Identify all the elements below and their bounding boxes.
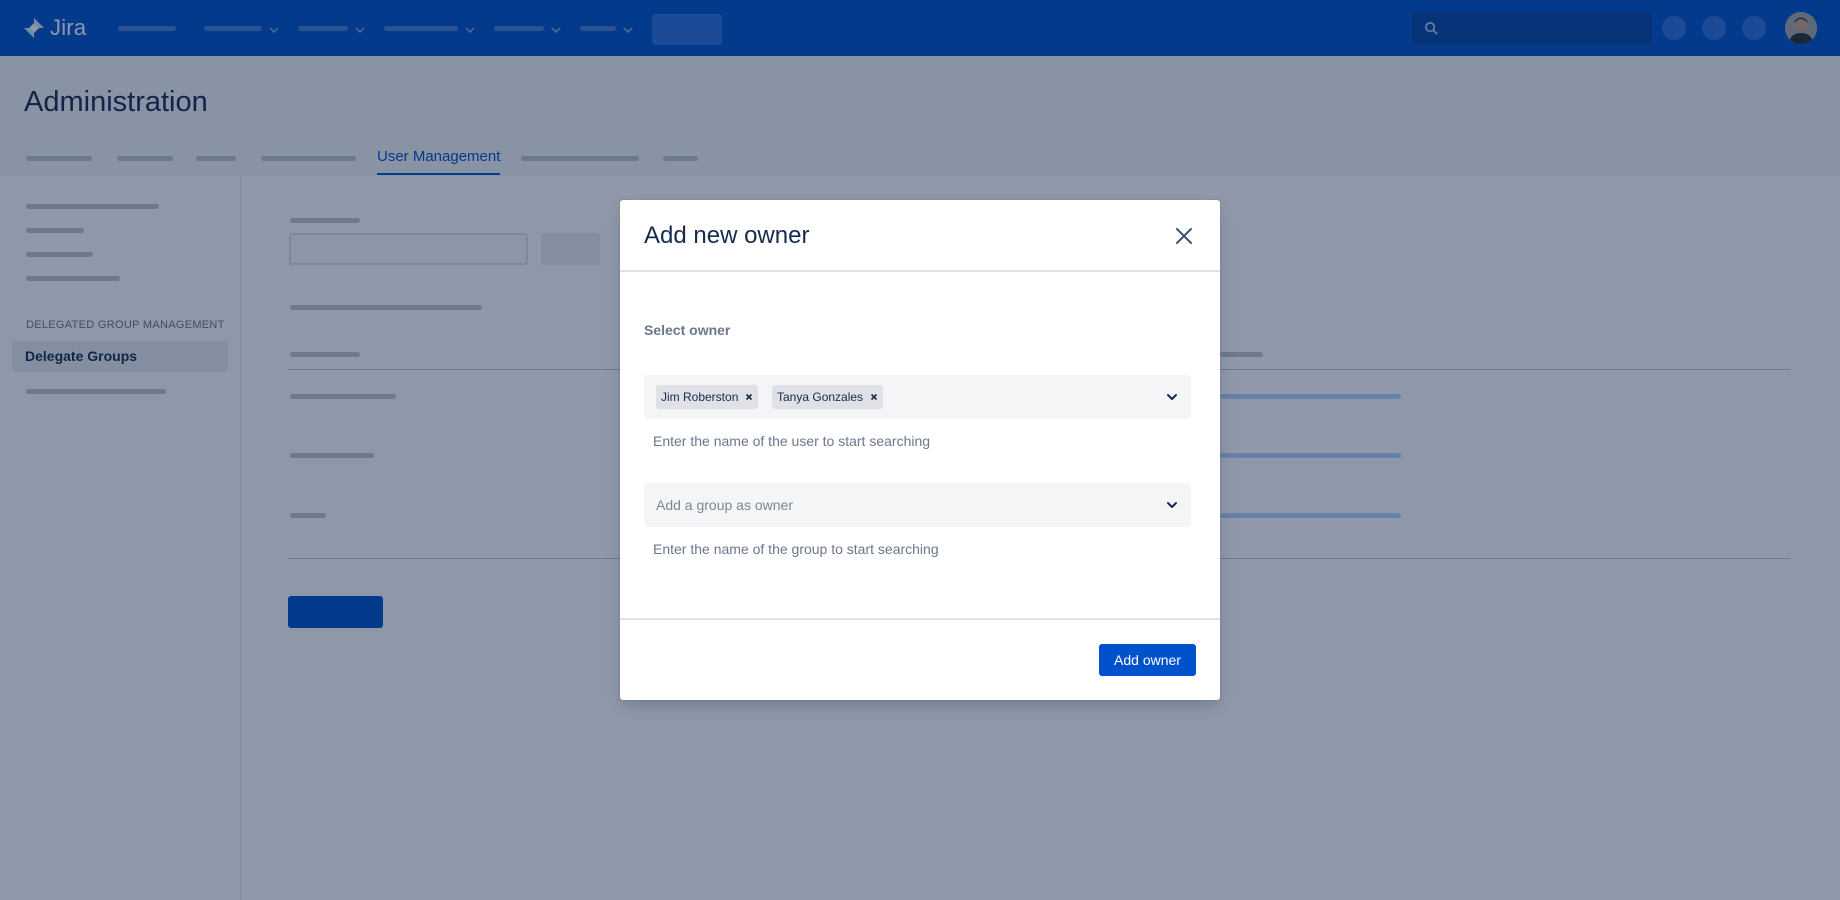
- remove-chip-icon[interactable]: [870, 393, 878, 401]
- chevron-down-icon[interactable]: [1165, 498, 1179, 512]
- chevron-down-icon[interactable]: [1165, 390, 1179, 404]
- remove-chip-icon[interactable]: [745, 393, 753, 401]
- owner-user-select[interactable]: Jim Roberston Tanya Gonzales: [644, 375, 1191, 419]
- close-icon: [1176, 228, 1192, 244]
- close-button[interactable]: [1172, 224, 1196, 248]
- chip-label: Tanya Gonzales: [777, 390, 864, 404]
- dialog-header: Add new owner: [620, 200, 1220, 272]
- chip-label: Jim Roberston: [661, 390, 739, 404]
- group-select-placeholder: Add a group as owner: [656, 497, 793, 513]
- selected-user-chip: Jim Roberston: [656, 385, 759, 409]
- select-owner-label: Select owner: [644, 322, 731, 338]
- group-search-helper-text: Enter the name of the group to start sea…: [653, 541, 939, 557]
- user-search-helper-text: Enter the name of the user to start sear…: [653, 433, 931, 449]
- add-owner-button[interactable]: Add owner: [1099, 644, 1196, 676]
- dialog-title: Add new owner: [644, 222, 810, 249]
- owner-group-select[interactable]: Add a group as owner: [644, 483, 1191, 527]
- dialog-footer: Add owner: [620, 618, 1220, 700]
- add-owner-dialog: Add new owner Select owner Jim Roberston…: [620, 200, 1220, 700]
- selected-user-chip: Tanya Gonzales: [772, 385, 884, 409]
